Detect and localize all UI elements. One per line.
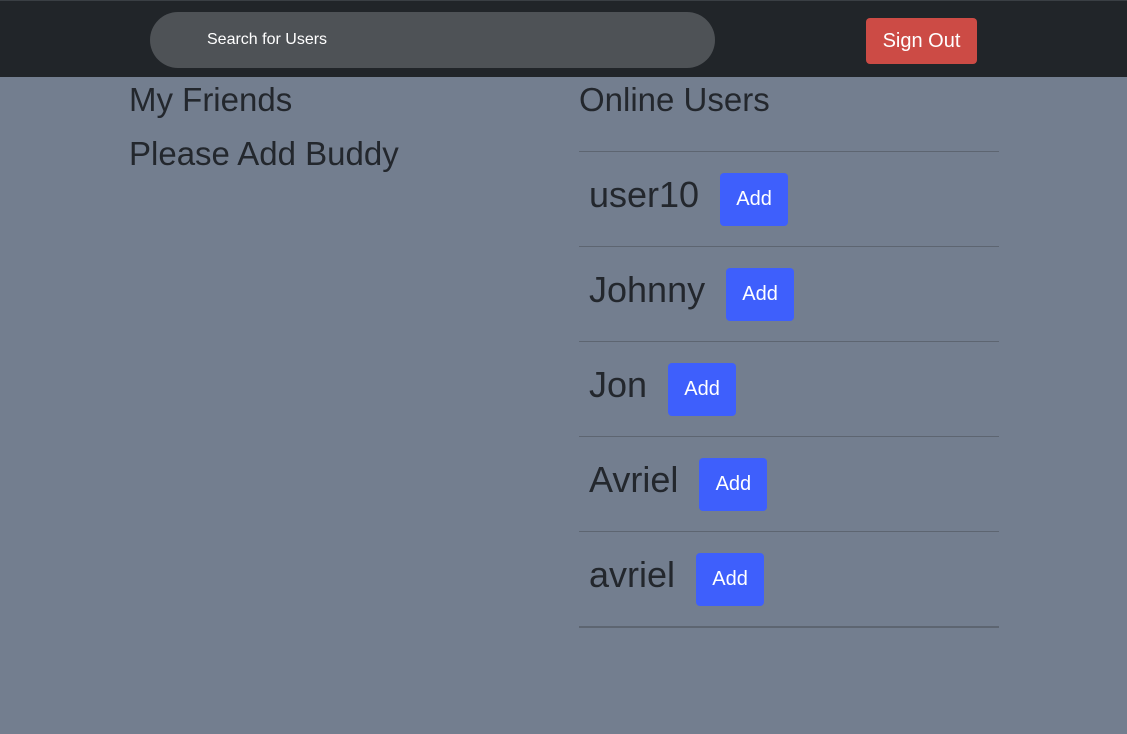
my-friends-title: My Friends (129, 81, 293, 118)
add-user-button[interactable]: Add (696, 552, 765, 606)
list-item: Johnny Add (579, 247, 999, 342)
sign-out-button[interactable]: Sign Out (866, 18, 977, 64)
add-user-button[interactable]: Add (720, 172, 789, 226)
list-item: avriel Add (579, 532, 999, 628)
friends-empty-message: Please Add Buddy (129, 135, 399, 172)
list-item: Jon Add (579, 342, 999, 437)
online-users-title: Online Users (579, 81, 770, 118)
add-user-button[interactable]: Add (668, 362, 737, 416)
add-user-button[interactable]: Add (699, 457, 768, 511)
username: Johnny (589, 269, 706, 310)
list-item: Avriel Add (579, 437, 999, 532)
username: Jon (589, 364, 648, 405)
username: user10 (589, 174, 700, 215)
online-users-list: user10 Add Johnny Add Jon Add Avriel Add… (579, 151, 999, 628)
add-user-button[interactable]: Add (726, 267, 795, 321)
search-input[interactable] (150, 12, 715, 68)
list-item: user10 Add (579, 152, 999, 247)
navbar: Sign Out (0, 0, 1127, 77)
username: avriel (589, 554, 676, 595)
username: Avriel (589, 459, 679, 500)
